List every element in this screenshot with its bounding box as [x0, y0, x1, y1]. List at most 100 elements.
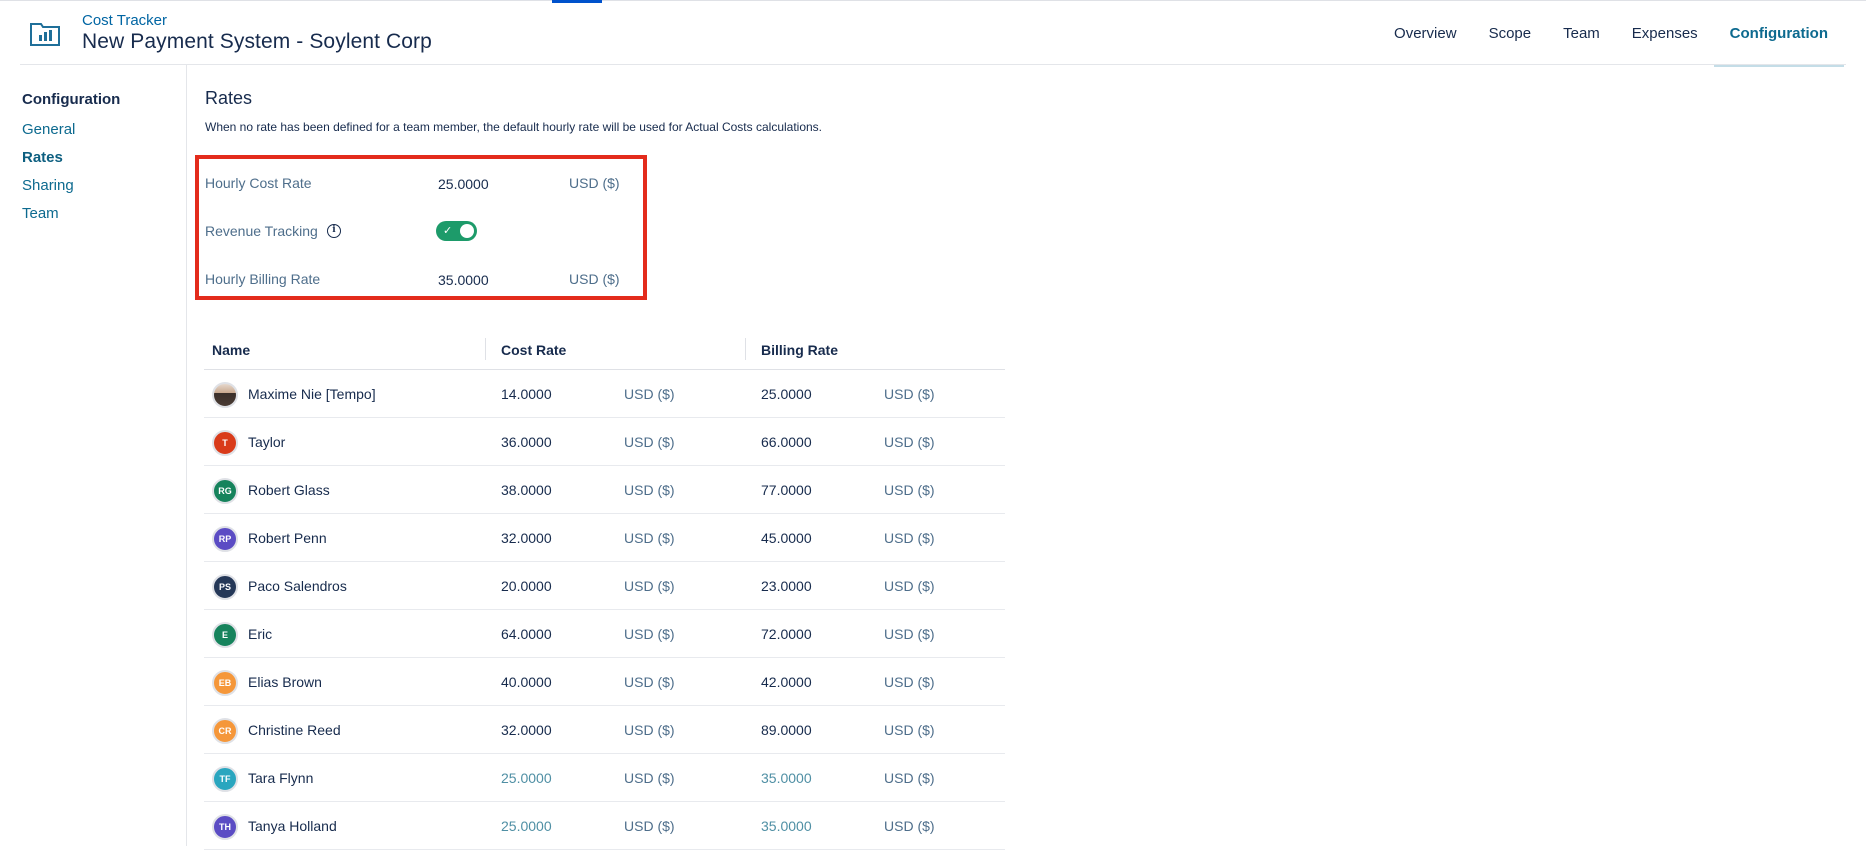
avatar: T	[212, 430, 238, 456]
billing-rate-value[interactable]: 66.0000	[761, 434, 812, 450]
revenue-tracking-label: Revenue Tracking	[205, 223, 318, 239]
member-name: Eric	[248, 626, 273, 642]
cost-rate-value[interactable]: 32.0000	[501, 722, 552, 738]
table-row[interactable]: PS Paco Salendros 20.0000 USD ($) 23.0000 USD…	[204, 562, 1005, 610]
avatar: RG	[212, 478, 238, 504]
cost-rate-unit: USD ($)	[624, 482, 675, 498]
hourly-billing-rate-label: Hourly Billing Rate	[205, 271, 321, 287]
table-row[interactable]: EB Elias Brown 40.0000 USD ($) 42.0000 USD ($…	[204, 658, 1005, 706]
folder-chart-icon[interactable]	[30, 20, 60, 46]
hourly-cost-rate-value[interactable]: 25.0000	[438, 176, 489, 192]
cost-rate-value[interactable]: 40.0000	[501, 674, 552, 690]
cost-rate-value[interactable]: 20.0000	[501, 578, 552, 594]
billing-rate-value[interactable]: 42.0000	[761, 674, 812, 690]
billing-rate-unit: USD ($)	[884, 818, 935, 834]
column-header-name[interactable]: Name	[212, 342, 250, 358]
avatar: CR	[212, 718, 238, 744]
app-name[interactable]: Cost Tracker	[82, 12, 167, 29]
sidebar-title: Configuration	[22, 91, 121, 108]
table-row[interactable]: TF Tara Flynn 25.0000 USD ($) 35.0000 USD ($)	[204, 754, 1005, 802]
billing-rate-unit: USD ($)	[884, 578, 935, 594]
member-name: Christine Reed	[248, 722, 341, 738]
table-row[interactable]: T Taylor 36.0000 USD ($) 66.0000 USD ($)	[204, 418, 1005, 466]
billing-rate-unit: USD ($)	[884, 626, 935, 642]
tab-team[interactable]: Team	[1547, 0, 1616, 66]
cost-rate-value[interactable]: 36.0000	[501, 434, 552, 450]
billing-rate-value[interactable]: 23.0000	[761, 578, 812, 594]
hourly-cost-rate-row: Hourly Cost Rate 25.0000 USD ($)	[205, 173, 635, 197]
member-name: Elias Brown	[248, 674, 322, 690]
cost-rate-value[interactable]: 32.0000	[501, 530, 552, 546]
sidebar-item-rates[interactable]: Rates	[22, 149, 63, 166]
billing-rate-unit: USD ($)	[884, 386, 935, 402]
tab-overview[interactable]: Overview	[1378, 0, 1473, 66]
hourly-billing-rate-value[interactable]: 35.0000	[438, 272, 489, 288]
billing-rate-value[interactable]: 77.0000	[761, 482, 812, 498]
tab-expenses[interactable]: Expenses	[1616, 0, 1714, 66]
main-content: Rates When no rate has been defined for …	[188, 65, 1866, 850]
table-header: Name Cost Rate Billing Rate	[204, 330, 1005, 370]
header: Cost Tracker New Payment System - Soylen…	[0, 0, 1866, 67]
table-row[interactable]: RG Robert Glass 38.0000 USD ($) 77.0000 USD (…	[204, 466, 1005, 514]
member-name: Paco Salendros	[248, 578, 347, 594]
billing-rate-unit: USD ($)	[884, 482, 935, 498]
billing-rate-value[interactable]: 25.0000	[761, 386, 812, 402]
avatar: EB	[212, 670, 238, 696]
cost-rate-value[interactable]: 25.0000	[501, 818, 552, 834]
cost-rate-value[interactable]: 38.0000	[501, 482, 552, 498]
tab-scope[interactable]: Scope	[1473, 0, 1548, 66]
member-name: Tanya Holland	[248, 818, 337, 834]
billing-rate-value[interactable]: 35.0000	[761, 770, 812, 786]
billing-rate-value[interactable]: 89.0000	[761, 722, 812, 738]
main-nav: Overview Scope Team Expenses Configurati…	[1378, 0, 1845, 67]
sidebar-item-team[interactable]: Team	[22, 205, 59, 222]
column-header-billing-rate[interactable]: Billing Rate	[761, 342, 838, 358]
avatar: TH	[212, 814, 238, 840]
sidebar-item-general[interactable]: General	[22, 121, 75, 138]
avatar: TF	[212, 766, 238, 792]
billing-rate-unit: USD ($)	[884, 770, 935, 786]
sidebar-item-sharing[interactable]: Sharing	[22, 177, 74, 194]
column-header-cost-rate[interactable]: Cost Rate	[501, 342, 566, 358]
cost-rate-value[interactable]: 25.0000	[501, 770, 552, 786]
member-name: Robert Glass	[248, 482, 330, 498]
cost-rate-unit: USD ($)	[624, 818, 675, 834]
avatar	[212, 382, 238, 408]
avatar: PS	[212, 574, 238, 600]
billing-rate-unit: USD ($)	[884, 722, 935, 738]
cost-rate-unit: USD ($)	[624, 530, 675, 546]
member-name: Tara Flynn	[248, 770, 314, 786]
avatar: RP	[212, 526, 238, 552]
cost-rate-unit: USD ($)	[624, 770, 675, 786]
column-divider	[745, 338, 746, 360]
billing-rate-value[interactable]: 35.0000	[761, 818, 812, 834]
cost-rate-unit: USD ($)	[624, 626, 675, 642]
default-rates-highlight: Hourly Cost Rate 25.0000 USD ($) Revenue…	[195, 155, 647, 300]
member-name: Maxime Nie [Tempo]	[248, 386, 376, 402]
hourly-cost-rate-label: Hourly Cost Rate	[205, 175, 312, 191]
table-row[interactable]: E Eric 64.0000 USD ($) 72.0000 USD ($)	[204, 610, 1005, 658]
check-icon: ✓	[443, 225, 453, 237]
table-row[interactable]: CR Christine Reed 32.0000 USD ($) 89.0000 USD…	[204, 706, 1005, 754]
hourly-billing-rate-row: Hourly Billing Rate 35.0000 USD ($)	[205, 269, 635, 293]
cost-rate-value[interactable]: 14.0000	[501, 386, 552, 402]
billing-rate-unit: USD ($)	[884, 434, 935, 450]
avatar: E	[212, 622, 238, 648]
table-row[interactable]: TH Tanya Holland 25.0000 USD ($) 35.0000 USD …	[204, 802, 1005, 850]
hourly-cost-rate-unit: USD ($)	[569, 175, 620, 191]
cost-rate-unit: USD ($)	[624, 722, 675, 738]
cost-rate-unit: USD ($)	[624, 578, 675, 594]
cost-rate-unit: USD ($)	[624, 386, 675, 402]
billing-rate-value[interactable]: 72.0000	[761, 626, 812, 642]
team-rates-table: Name Cost Rate Billing Rate Maxime Nie […	[204, 330, 1005, 850]
member-name: Robert Penn	[248, 530, 327, 546]
billing-rate-value[interactable]: 45.0000	[761, 530, 812, 546]
table-row[interactable]: RP Robert Penn 32.0000 USD ($) 45.0000 USD ($…	[204, 514, 1005, 562]
revenue-tracking-toggle[interactable]: ✓	[436, 221, 477, 241]
billing-rate-unit: USD ($)	[884, 530, 935, 546]
cost-rate-value[interactable]: 64.0000	[501, 626, 552, 642]
sidebar: Configuration General Rates Sharing Team	[0, 65, 187, 846]
info-icon[interactable]: i	[327, 224, 341, 238]
tab-configuration[interactable]: Configuration	[1713, 0, 1845, 67]
table-row[interactable]: Maxime Nie [Tempo] 14.0000 USD ($) 25.0000 U…	[204, 370, 1005, 418]
